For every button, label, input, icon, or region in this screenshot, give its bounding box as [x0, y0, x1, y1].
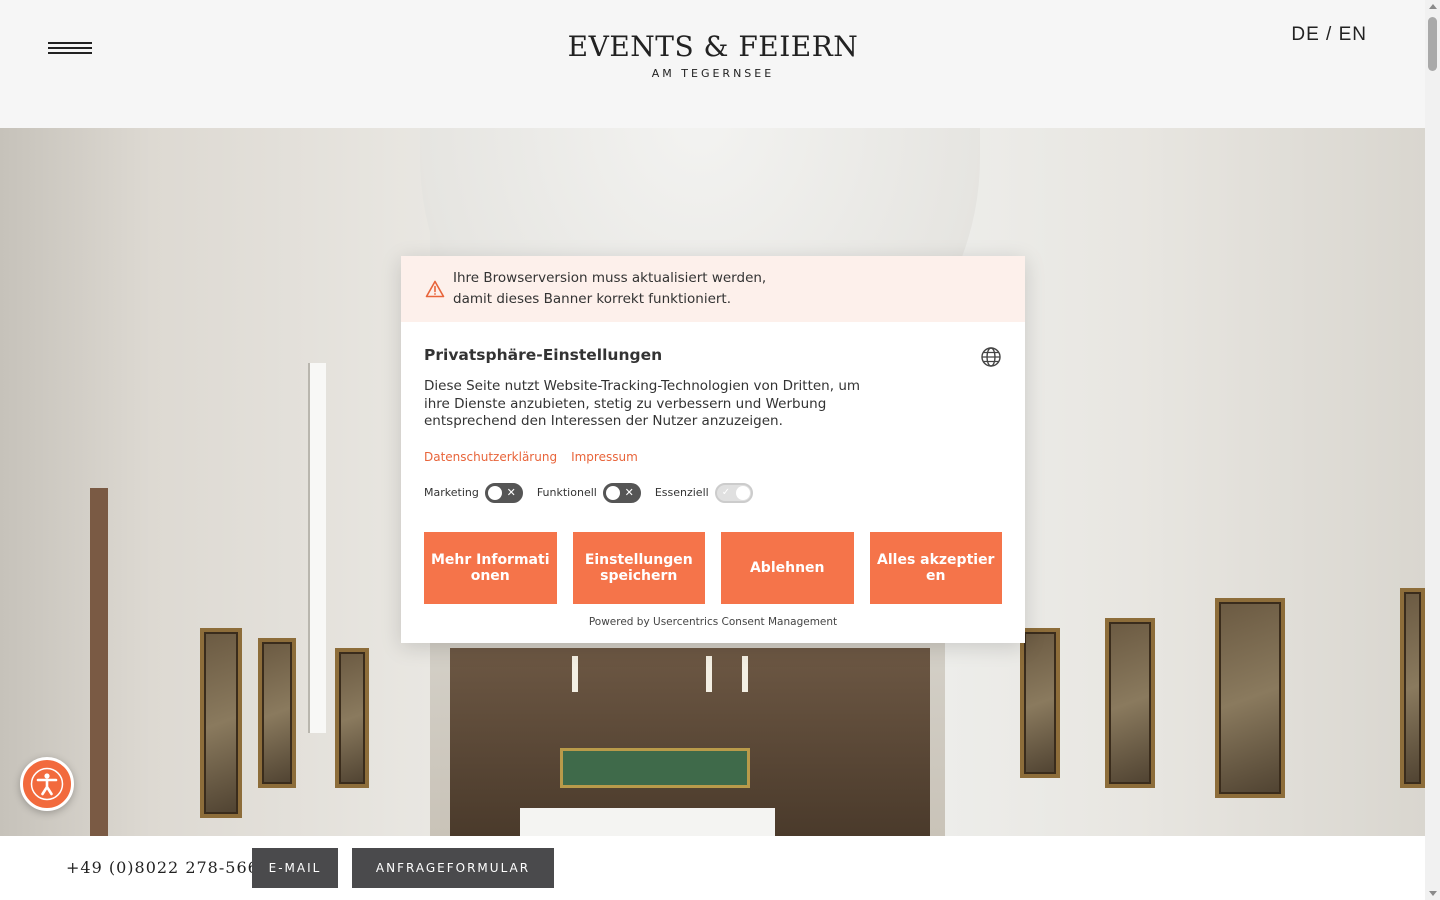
marketing-toggle[interactable]: ✕	[484, 482, 523, 503]
globe-icon[interactable]	[980, 346, 1002, 368]
hero-painting	[1020, 628, 1060, 778]
accept-all-button[interactable]: Alles akzeptieren	[869, 531, 1002, 604]
consent-dialog: Ihre Browserversion muss aktualisiert we…	[401, 256, 1025, 643]
site-header: EVENTS & FEIERN AM TEGERNSEE DE / EN	[0, 0, 1425, 128]
x-icon: ✕	[624, 485, 634, 499]
consent-description: Diese Seite nutzt Website-Tracking-Techn…	[424, 378, 861, 429]
x-icon: ✕	[506, 485, 516, 499]
hero-beam	[90, 488, 108, 836]
hero-painting	[1215, 598, 1285, 798]
lang-en-link[interactable]: EN	[1339, 24, 1367, 45]
functional-toggle[interactable]: ✕	[602, 482, 641, 503]
email-button[interactable]: E-MAIL	[252, 848, 338, 888]
hero-altar-cloth	[520, 808, 775, 836]
hero-altar-panel	[560, 748, 750, 788]
scroll-up-arrow-icon[interactable]	[1429, 4, 1437, 9]
essential-toggle: ✓	[714, 482, 753, 503]
warning-line-1: Ihre Browserversion muss aktualisiert we…	[453, 270, 767, 286]
consent-toggles: Marketing ✕ Funktionell ✕ Essenziell ✓	[424, 482, 1002, 503]
hero-candle	[572, 656, 578, 692]
scroll-thumb[interactable]	[1428, 17, 1437, 71]
consent-links: Datenschutzerklärung Impressum	[424, 449, 1002, 465]
warning-text: Ihre Browserversion muss aktualisiert we…	[453, 268, 766, 310]
page-scrollbar[interactable]	[1425, 0, 1440, 900]
browser-warning-banner: Ihre Browserversion muss aktualisiert we…	[401, 256, 1025, 322]
accessibility-person-icon[interactable]	[20, 757, 74, 811]
site-logo[interactable]: EVENTS & FEIERN AM TEGERNSEE	[560, 30, 866, 82]
warning-triangle-icon	[425, 280, 445, 298]
toggle-group-essential: Essenziell ✓	[654, 482, 753, 503]
hero-painting	[258, 638, 296, 788]
consent-body: Privatsphäre-Einstellungen Diese Seite n…	[401, 322, 1025, 628]
privacy-policy-link[interactable]: Datenschutzerklärung	[424, 450, 557, 464]
lang-de-link[interactable]: DE	[1291, 24, 1319, 45]
logo-sub-text: AM TEGERNSEE	[651, 67, 775, 80]
hero-candle	[742, 656, 748, 692]
contact-bar: +49 (0)8022 278-566 E-MAIL ANFRAGEFORMUL…	[0, 836, 1425, 900]
logo-main-text: EVENTS & FEIERN	[567, 30, 859, 63]
hero-painting	[1105, 618, 1155, 788]
imprint-link[interactable]: Impressum	[571, 450, 638, 464]
hero-painting	[335, 648, 369, 788]
hero-candle	[706, 656, 712, 692]
toggle-group-marketing: Marketing ✕	[424, 482, 523, 503]
toggle-label-marketing: Marketing	[424, 486, 479, 499]
more-info-button[interactable]: Mehr Informationen	[424, 531, 557, 604]
decline-button[interactable]: Ablehnen	[721, 531, 854, 604]
hero-window	[308, 363, 326, 733]
phone-number[interactable]: +49 (0)8022 278-566	[66, 858, 259, 877]
consent-title: Privatsphäre-Einstellungen	[424, 346, 663, 364]
lang-separator: /	[1319, 24, 1339, 45]
hamburger-menu-icon[interactable]	[48, 42, 92, 60]
toggle-group-functional: Funktionell ✕	[536, 482, 641, 503]
inquiry-form-button[interactable]: ANFRAGEFORMULAR	[352, 848, 554, 888]
language-switcher: DE / EN	[1291, 24, 1367, 46]
check-icon: ✓	[721, 486, 731, 498]
hero-painting	[200, 628, 242, 818]
hero-painting	[1400, 588, 1425, 788]
powered-by-text: Powered by Usercentrics Consent Manageme…	[588, 615, 838, 628]
warning-line-2: damit dieses Banner korrekt funktioniert…	[453, 291, 732, 307]
toggle-label-functional: Funktionell	[536, 486, 597, 499]
toggle-label-essential: Essenziell	[654, 486, 709, 499]
save-settings-button[interactable]: Einstellungen speichern	[572, 531, 705, 604]
scroll-down-arrow-icon[interactable]	[1429, 891, 1437, 896]
consent-buttons: Mehr Informationen Einstellungen speiche…	[424, 531, 1002, 604]
